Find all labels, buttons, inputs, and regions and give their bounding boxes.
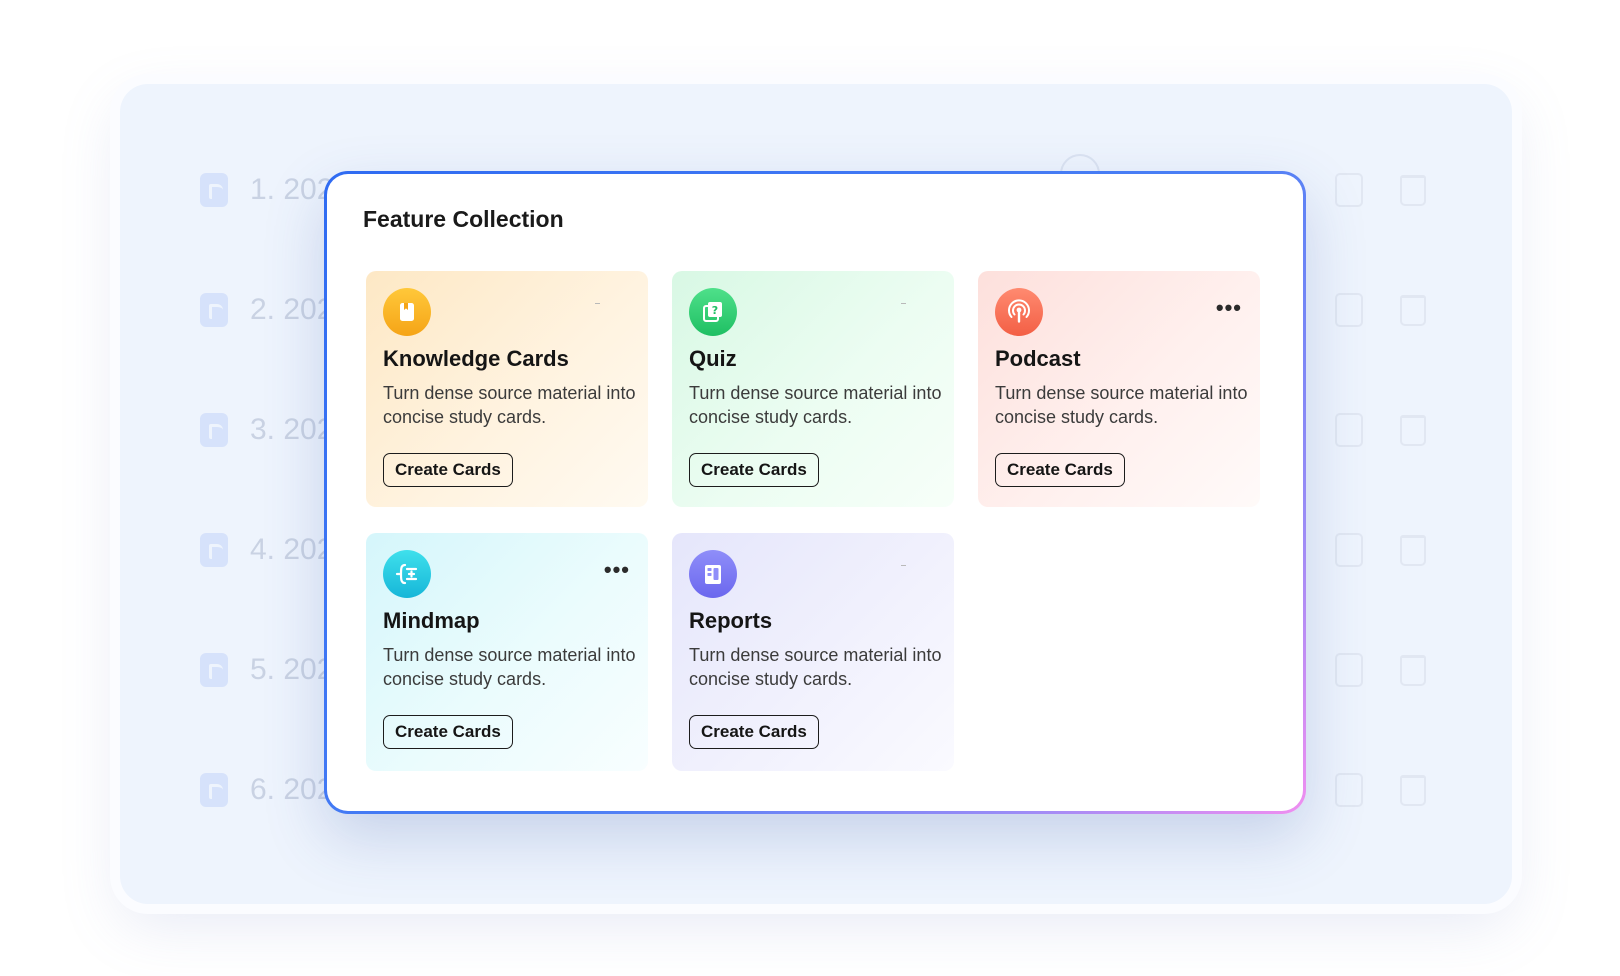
- file-icon: [200, 293, 228, 327]
- document-icon[interactable]: [1335, 293, 1363, 327]
- card-description: Turn dense source material into concise …: [383, 645, 636, 689]
- document-icon[interactable]: [1335, 773, 1363, 807]
- card-dash: [595, 303, 600, 304]
- more-options-icon[interactable]: •••: [1216, 297, 1242, 319]
- card-knowledge-cards[interactable]: Knowledge Cards Turn dense source materi…: [366, 271, 648, 507]
- trash-icon[interactable]: [1400, 774, 1426, 806]
- mindmap-icon: [383, 550, 431, 598]
- card-mindmap[interactable]: ••• Mindmap Turn dense source material i…: [366, 533, 648, 771]
- card-dash: [901, 565, 906, 566]
- document-icon[interactable]: [1335, 533, 1363, 567]
- trash-icon[interactable]: [1400, 174, 1426, 206]
- card-title: Reports: [689, 608, 773, 633]
- card-title: Mindmap: [383, 608, 480, 633]
- modal-body: Feature Collection Knowledge Cards Turn …: [327, 174, 1303, 811]
- card-description: Turn dense source material into concise …: [995, 383, 1248, 427]
- trash-icon[interactable]: [1400, 534, 1426, 566]
- trash-icon[interactable]: [1400, 294, 1426, 326]
- card-description: Turn dense source material into concise …: [383, 383, 636, 427]
- trash-icon[interactable]: [1400, 414, 1426, 446]
- feature-collection-modal: Feature Collection Knowledge Cards Turn …: [324, 171, 1306, 814]
- card-title: Quiz: [689, 346, 737, 371]
- trash-icon[interactable]: [1400, 654, 1426, 686]
- create-cards-button[interactable]: Create Cards: [995, 453, 1125, 487]
- card-podcast[interactable]: ••• Podcast Turn dense source material i…: [978, 271, 1260, 507]
- file-icon: [200, 533, 228, 567]
- card-quiz[interactable]: ? Quiz Turn dense source material into c…: [672, 271, 954, 507]
- create-cards-button[interactable]: Create Cards: [689, 715, 819, 749]
- more-options-icon[interactable]: •••: [604, 559, 630, 581]
- card-title: Podcast: [995, 346, 1081, 371]
- create-cards-button[interactable]: Create Cards: [689, 453, 819, 487]
- create-cards-button[interactable]: Create Cards: [383, 453, 513, 487]
- file-icon: [200, 413, 228, 447]
- podcast-icon: [995, 288, 1043, 336]
- modal-title: Feature Collection: [363, 206, 564, 232]
- book-icon: [383, 288, 431, 336]
- card-reports[interactable]: Reports Turn dense source material into …: [672, 533, 954, 771]
- document-icon[interactable]: [1335, 413, 1363, 447]
- card-description: Turn dense source material into concise …: [689, 383, 942, 427]
- document-icon[interactable]: [1335, 173, 1363, 207]
- feature-card-grid: Knowledge Cards Turn dense source materi…: [366, 271, 1260, 771]
- reports-icon: [689, 550, 737, 598]
- card-description: Turn dense source material into concise …: [689, 645, 942, 689]
- file-icon: [200, 773, 228, 807]
- card-dash: [901, 303, 906, 304]
- card-title: Knowledge Cards: [383, 346, 569, 371]
- document-icon[interactable]: [1335, 653, 1363, 687]
- file-icon: [200, 173, 228, 207]
- create-cards-button[interactable]: Create Cards: [383, 715, 513, 749]
- quiz-icon: ?: [689, 288, 737, 336]
- svg-text:?: ?: [712, 304, 718, 317]
- file-icon: [200, 653, 228, 687]
